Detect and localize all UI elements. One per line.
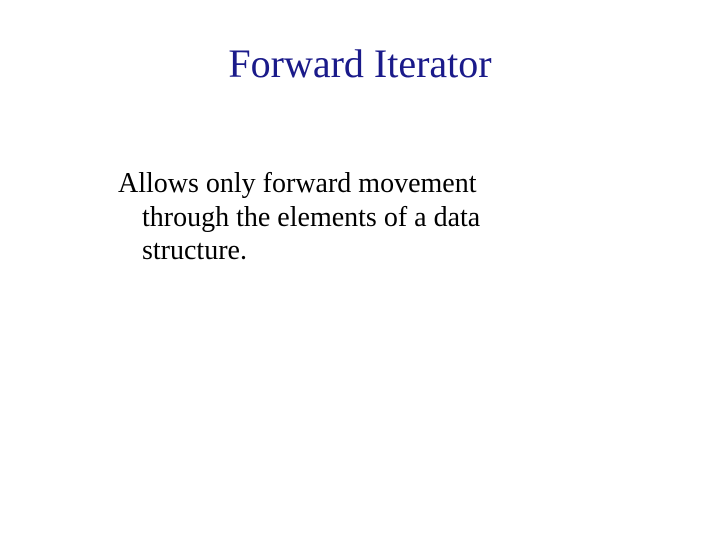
slide-title: Forward Iterator <box>150 40 570 87</box>
slide-body-text: Allows only forward movement through the… <box>118 167 560 268</box>
slide-container: Forward Iterator Allows only forward mov… <box>0 0 720 540</box>
